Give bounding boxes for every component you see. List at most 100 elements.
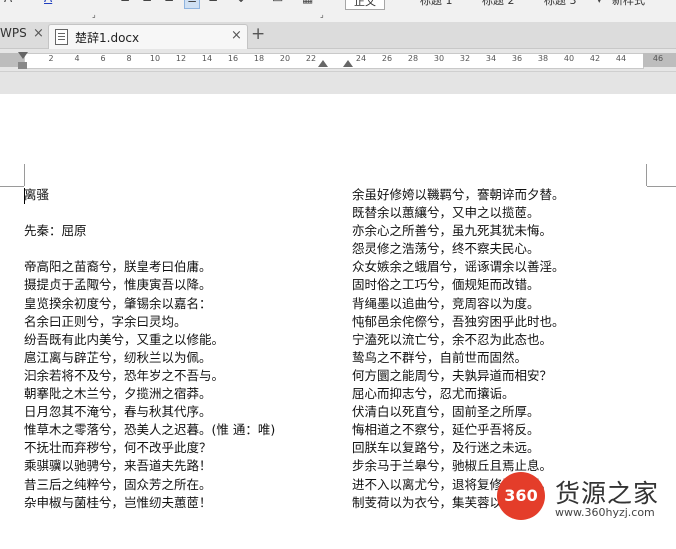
text-column-left[interactable]: 离骚 先秦：屈原 帝高阳之苗裔兮，朕皇考曰伯庸。 摄提贞于孟陬兮，惟庚寅吾以降。… bbox=[24, 186, 275, 512]
ruler-tick: 28 bbox=[407, 54, 419, 63]
close-document-tab-icon[interactable]: × bbox=[231, 28, 242, 43]
ruler-tick: 38 bbox=[537, 54, 549, 63]
ruler-tick: 44 bbox=[615, 54, 627, 63]
font-color-icon[interactable]: A bbox=[44, 0, 52, 7]
ruler-tick: 46 bbox=[652, 54, 664, 63]
watermark-badge: 360 bbox=[497, 472, 545, 520]
ruler-tick: 42 bbox=[589, 54, 601, 63]
new-style-button[interactable]: 新样式 bbox=[612, 0, 645, 8]
ruler-tick: 8 bbox=[126, 54, 132, 63]
watermark-url: www.360hyzj.com bbox=[555, 506, 655, 519]
page-gap bbox=[0, 72, 676, 94]
ruler-tick: 18 bbox=[253, 54, 265, 63]
style-scroll-icon[interactable]: ▾ bbox=[597, 0, 602, 12]
poem-line: 亦余心之所善兮，虽九死其犹未悔。 bbox=[352, 223, 553, 239]
watermark-logo: 360 货源之家 www.360hyzj.com bbox=[497, 472, 676, 524]
poem-line: 惟草木之零落兮，恐美人之迟暮。(惟 通：唯) bbox=[24, 422, 276, 438]
poem-line: 鸷鸟之不群兮，自前世而固然。 bbox=[352, 349, 528, 365]
poem-line: 杂申椒与菌桂兮，岂惟纫夫蕙茝！ bbox=[24, 494, 212, 510]
distribute-icon[interactable]: ≡ bbox=[208, 0, 218, 7]
ruler-tick: 36 bbox=[511, 54, 523, 63]
line-spacing-icon[interactable]: ↕ bbox=[236, 0, 246, 7]
poem-line: 日月忽其不淹兮，春与秋其代序。 bbox=[24, 404, 212, 420]
style-normal-button[interactable]: 正文 bbox=[345, 0, 385, 10]
ruler-tick: 32 bbox=[459, 54, 471, 63]
align-center-icon[interactable]: ≡ bbox=[142, 0, 152, 7]
poem-line: 悔相道之不察兮，延伫乎吾将反。 bbox=[352, 422, 540, 438]
poem-line: 众女嫉余之蛾眉兮，谣诼谓余以善淫。 bbox=[352, 259, 565, 275]
poem-line: 既替余以蕙纕兮，又申之以揽茝。 bbox=[352, 205, 540, 221]
poem-line: 摄提贞于孟陬兮，惟庚寅吾以降。 bbox=[24, 277, 212, 293]
tab-wps[interactable]: WPS bbox=[0, 26, 27, 40]
poem-line: 伏清白以死直兮，固前圣之所厚。 bbox=[352, 404, 540, 420]
poem-line: 朝搴阰之木兰兮，夕揽洲之宿莽。 bbox=[24, 386, 212, 402]
poem-line: 忳郁邑余侘傺兮，吾独穷困乎此时也。 bbox=[352, 313, 565, 329]
close-wps-tab-icon[interactable]: × bbox=[33, 26, 44, 41]
column-right-indent-marker-icon[interactable] bbox=[343, 60, 353, 67]
poem-line: 帝高阳之苗裔兮，朕皇考曰伯庸。 bbox=[24, 259, 212, 275]
poem-line: 乘骐骥以驰骋兮，来吾道夫先路！ bbox=[24, 458, 212, 474]
tab-document-title: 楚辞1.docx bbox=[75, 31, 140, 45]
ruler-tick: 10 bbox=[149, 54, 161, 63]
left-indent-marker-icon[interactable] bbox=[18, 62, 27, 69]
crop-mark-left-horizontal bbox=[0, 186, 24, 187]
style-heading2-button[interactable]: 标题 2 bbox=[482, 0, 515, 8]
ruler-tick: 30 bbox=[433, 54, 445, 63]
horizontal-ruler[interactable]: 2 4 6 8 10 12 14 16 18 20 22 24 26 28 30… bbox=[0, 49, 676, 72]
justify-icon[interactable]: ≡ bbox=[184, 0, 201, 9]
crop-mark-right-horizontal bbox=[647, 186, 676, 187]
font-size-icon[interactable]: A bbox=[4, 0, 12, 7]
tab-document[interactable]: 楚辞1.docx × bbox=[48, 24, 248, 49]
poem-line: 屈心而抑志兮，忍尤而攘诟。 bbox=[352, 386, 515, 402]
poem-line: 何方圜之能周兮，夫孰异道而相安？ bbox=[352, 367, 553, 383]
poem-line: 昔三后之纯粹兮，固众芳之所在。 bbox=[24, 476, 212, 492]
poem-line: 汩余若将不及兮，恐年岁之不吾与。 bbox=[24, 367, 225, 383]
poem-line: 皇览揆余初度兮，肇锡余以嘉名： bbox=[24, 295, 212, 311]
column-left-indent-marker-icon[interactable] bbox=[318, 60, 328, 67]
poem-line: 纷吾既有此内美兮，又重之以修能。 bbox=[24, 331, 225, 347]
poem-line: 怨灵修之浩荡兮，终不察夫民心。 bbox=[352, 241, 540, 257]
crop-mark-right-vertical bbox=[646, 164, 647, 186]
borders-icon[interactable]: ▦ bbox=[302, 0, 313, 7]
poem-line: 背绳墨以追曲兮，竞周容以为度。 bbox=[352, 295, 540, 311]
poem-line: 名余曰正则兮，字余曰灵均。 bbox=[24, 313, 187, 329]
text-column-right[interactable]: 余虽好修姱以鞿羁兮，謇朝谇而夕替。 既替余以蕙纕兮，又申之以揽茝。 亦余心之所善… bbox=[352, 186, 565, 512]
shading-icon[interactable]: ▭ bbox=[272, 0, 283, 7]
poem-line: 余虽好修姱以鞿羁兮，謇朝谇而夕替。 bbox=[352, 187, 565, 202]
poem-line: 宁溘死以流亡兮，余不忍为此态也。 bbox=[352, 331, 553, 347]
ruler-text-area: 2 4 6 8 10 12 14 16 18 20 22 24 26 28 30… bbox=[24, 53, 644, 69]
ribbon-toolbar: A A ⌟ ≡ ≡ ≡ ≡ ≡ ↕ ▭ ▦ ⌟ 正文 标题 1 标题 2 标题 … bbox=[0, 0, 676, 23]
ruler-tick: 16 bbox=[227, 54, 239, 63]
crop-mark-left-vertical bbox=[24, 164, 25, 186]
doc-title-line: 离骚 bbox=[24, 187, 50, 202]
poem-line: 扈江离与辟芷兮，纫秋兰以为佩。 bbox=[24, 349, 212, 365]
poem-line: 回朕车以复路兮，及行迷之未远。 bbox=[352, 440, 540, 456]
align-left-icon[interactable]: ≡ bbox=[120, 0, 130, 7]
ruler-tick: 26 bbox=[381, 54, 393, 63]
ruler-tick: 24 bbox=[355, 54, 367, 63]
ruler-tick: 2 bbox=[48, 54, 54, 63]
author-line: 先秦：屈原 bbox=[24, 223, 87, 239]
poem-line: 固时俗之工巧兮，偭规矩而改错。 bbox=[352, 277, 540, 293]
watermark-text: 货源之家 bbox=[555, 479, 660, 508]
ruler-tick: 14 bbox=[201, 54, 213, 63]
ruler-tick: 6 bbox=[100, 54, 106, 63]
ruler-tick: 4 bbox=[74, 54, 80, 63]
style-heading3-button[interactable]: 标题 3 bbox=[544, 0, 577, 8]
ruler-tick: 20 bbox=[279, 54, 291, 63]
align-right-icon[interactable]: ≡ bbox=[164, 0, 174, 7]
document-tab-bar: WPS × 楚辞1.docx × bbox=[0, 22, 676, 49]
document-icon bbox=[55, 29, 68, 45]
ruler-tick: 22 bbox=[305, 54, 317, 63]
text-cursor bbox=[24, 188, 25, 204]
new-tab-icon[interactable]: + bbox=[251, 24, 265, 44]
ruler-right-margin: 46 bbox=[643, 53, 676, 67]
style-heading1-button[interactable]: 标题 1 bbox=[420, 0, 453, 8]
ruler-tick: 40 bbox=[563, 54, 575, 63]
poem-line: 不抚壮而弃秽兮，何不改乎此度？ bbox=[24, 440, 212, 456]
ruler-tick: 12 bbox=[175, 54, 187, 63]
ruler-tick: 34 bbox=[485, 54, 497, 63]
first-line-indent-marker-icon[interactable] bbox=[18, 52, 28, 59]
